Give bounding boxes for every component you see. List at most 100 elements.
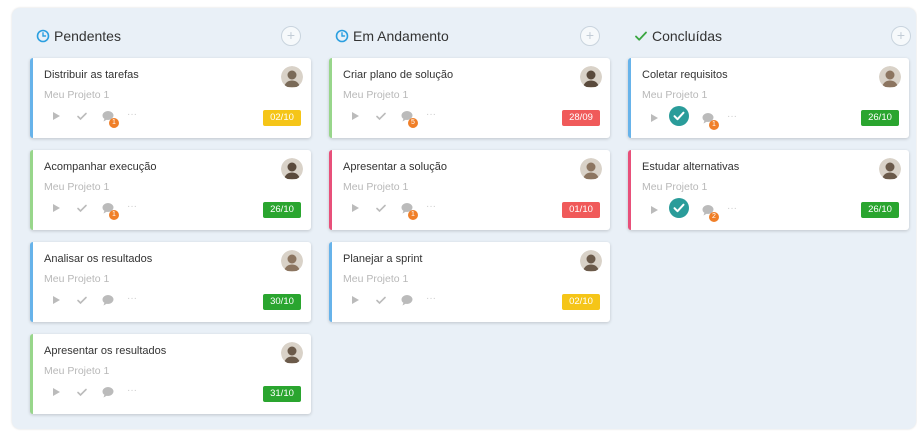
add-card-button[interactable]: + — [281, 26, 301, 46]
column-title: Em Andamento — [335, 28, 449, 44]
due-date-badge[interactable]: 26/10 — [861, 202, 899, 218]
column-title-label: Concluídas — [652, 28, 723, 44]
card-title: Estudar alternativas — [642, 161, 740, 173]
comment-icon[interactable]: 5 — [400, 109, 418, 128]
due-date-badge[interactable]: 31/10 — [263, 386, 301, 402]
more-options-icon[interactable]: ··· — [727, 203, 741, 217]
due-date-badge[interactable]: 26/10 — [861, 110, 899, 126]
task-card[interactable]: Apresentar os resultados Meu Projeto 1 ···… — [30, 334, 311, 414]
avatar[interactable] — [580, 158, 602, 180]
avatar[interactable] — [879, 66, 901, 88]
card-project: Meu Projeto 1 — [343, 181, 409, 193]
card-actions: ··· — [49, 385, 141, 399]
avatar[interactable] — [281, 158, 303, 180]
card-project: Meu Projeto 1 — [343, 273, 409, 285]
card-project: Meu Projeto 1 — [343, 89, 409, 101]
due-date-badge[interactable]: 02/10 — [263, 110, 301, 126]
comment-count-badge: 1 — [109, 118, 119, 128]
due-date-badge[interactable]: 01/10 — [562, 202, 600, 218]
more-options-icon[interactable]: ··· — [127, 109, 141, 123]
due-date-badge[interactable]: 26/10 — [263, 202, 301, 218]
more-options-icon[interactable]: ··· — [127, 201, 141, 215]
avatar[interactable] — [879, 158, 901, 180]
avatar[interactable] — [281, 250, 303, 272]
comment-icon[interactable] — [400, 293, 414, 307]
task-card[interactable]: Analisar os resultados Meu Projeto 1 ··· 30… — [30, 242, 311, 322]
column-title: Pendentes — [36, 28, 121, 44]
clock-icon — [36, 29, 50, 43]
play-icon[interactable] — [49, 385, 63, 399]
column-title: Concluídas — [634, 28, 722, 44]
task-card[interactable]: Apresentar a solução Meu Projeto 1 1 ··· 01/… — [329, 150, 610, 230]
more-options-icon[interactable]: ··· — [426, 293, 440, 307]
more-options-icon[interactable]: ··· — [426, 109, 440, 123]
more-options-icon[interactable]: ··· — [127, 293, 141, 307]
task-card[interactable]: Estudar alternativas Meu Projeto 1 2 ··· 26/… — [628, 150, 909, 230]
card-actions: 2 ··· — [647, 198, 741, 222]
play-icon[interactable] — [49, 293, 63, 307]
avatar[interactable] — [580, 250, 602, 272]
card-title: Acompanhar execução — [44, 161, 157, 173]
play-icon[interactable] — [348, 293, 362, 307]
card-actions: 1 ··· — [49, 109, 141, 128]
play-icon[interactable] — [348, 201, 362, 215]
task-card[interactable]: Criar plano de solução Meu Projeto 1 5 ··· 2… — [329, 58, 610, 138]
task-card[interactable]: Planejar a sprint Meu Projeto 1 ··· 02/10 — [329, 242, 610, 322]
card-title: Apresentar a solução — [343, 161, 447, 173]
play-icon[interactable] — [49, 109, 63, 123]
check-icon[interactable] — [374, 109, 388, 123]
card-title: Criar plano de solução — [343, 69, 454, 81]
check-icon[interactable] — [75, 385, 89, 399]
completed-check-icon[interactable] — [669, 198, 689, 218]
card-actions: 5 ··· — [348, 109, 440, 128]
comment-icon[interactable]: 1 — [101, 109, 119, 128]
check-icon[interactable] — [75, 201, 89, 215]
task-card[interactable]: Distribuir as tarefas Meu Projeto 1 1 ··· 02… — [30, 58, 311, 138]
avatar[interactable] — [281, 66, 303, 88]
more-options-icon[interactable]: ··· — [127, 385, 141, 399]
card-project: Meu Projeto 1 — [44, 365, 110, 377]
comment-icon[interactable]: 1 — [101, 201, 119, 220]
comment-icon[interactable]: 2 — [701, 203, 719, 222]
completed-check-icon[interactable] — [669, 106, 689, 126]
due-date-badge[interactable]: 02/10 — [562, 294, 600, 310]
avatar[interactable] — [580, 66, 602, 88]
comment-count-badge: 5 — [408, 118, 418, 128]
comment-icon[interactable]: 1 — [400, 201, 418, 220]
card-title: Coletar requisitos — [642, 69, 728, 81]
comment-count-badge: 1 — [408, 210, 418, 220]
due-date-badge[interactable]: 30/10 — [263, 294, 301, 310]
column-title-label: Pendentes — [54, 28, 121, 44]
task-card[interactable]: Coletar requisitos Meu Projeto 1 1 ··· 26/10 — [628, 58, 909, 138]
task-card[interactable]: Acompanhar execução Meu Projeto 1 1 ··· 26/1… — [30, 150, 311, 230]
card-title: Apresentar os resultados — [44, 345, 167, 357]
add-card-button[interactable]: + — [891, 26, 911, 46]
avatar[interactable] — [281, 342, 303, 364]
check-icon[interactable] — [374, 293, 388, 307]
card-actions: 1 ··· — [348, 201, 440, 220]
column-header: Em Andamento + — [311, 8, 600, 64]
comment-icon[interactable]: 1 — [701, 111, 719, 130]
check-icon[interactable] — [374, 201, 388, 215]
comment-icon[interactable] — [101, 385, 115, 399]
card-actions: ··· — [49, 293, 141, 307]
more-options-icon[interactable]: ··· — [727, 111, 741, 125]
play-icon[interactable] — [647, 203, 661, 217]
play-icon[interactable] — [348, 109, 362, 123]
kanban-board: Pendentes + Em Andamento + Concluídas + … — [12, 8, 916, 429]
due-date-badge[interactable]: 28/09 — [562, 110, 600, 126]
column-concluidas: Concluídas + — [610, 8, 911, 64]
card-title: Planejar a sprint — [343, 253, 423, 265]
add-card-button[interactable]: + — [580, 26, 600, 46]
column-em-andamento: Em Andamento + — [311, 8, 600, 64]
card-actions: ··· — [348, 293, 440, 307]
check-icon[interactable] — [75, 293, 89, 307]
card-title: Distribuir as tarefas — [44, 69, 139, 81]
comment-icon[interactable] — [101, 293, 115, 307]
play-icon[interactable] — [647, 111, 661, 125]
card-project: Meu Projeto 1 — [44, 89, 110, 101]
more-options-icon[interactable]: ··· — [426, 201, 440, 215]
play-icon[interactable] — [49, 201, 63, 215]
column-header: Concluídas + — [610, 8, 911, 64]
check-icon[interactable] — [75, 109, 89, 123]
